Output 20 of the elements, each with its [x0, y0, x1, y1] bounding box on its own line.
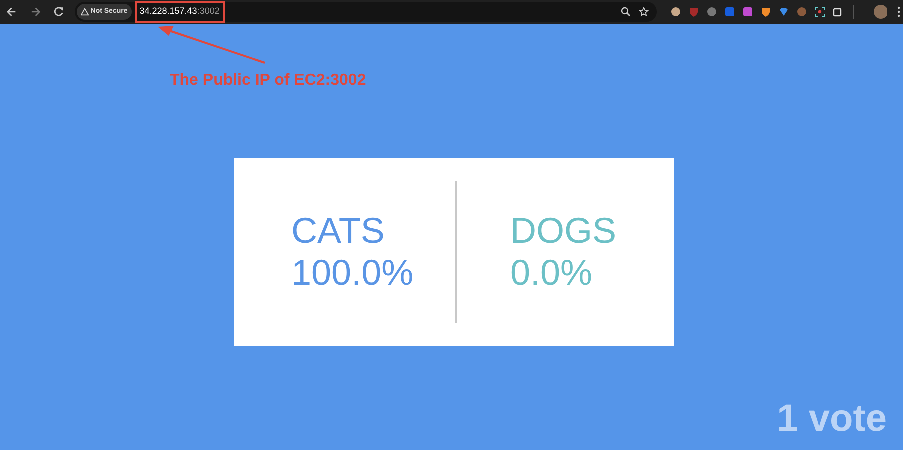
- star-icon[interactable]: [638, 7, 649, 17]
- extension-icon[interactable]: [742, 7, 753, 17]
- menu-icon[interactable]: [897, 6, 902, 18]
- warning-icon: [80, 8, 89, 16]
- back-icon[interactable]: [6, 6, 18, 18]
- url-text[interactable]: 34.228.157.43:3002: [140, 5, 220, 19]
- zoom-icon[interactable]: [620, 7, 631, 17]
- extension-icon[interactable]: [814, 7, 825, 17]
- vote-count: 1 vote: [777, 400, 887, 438]
- extension-icon[interactable]: [706, 7, 717, 17]
- option-label: DOGS: [510, 210, 617, 252]
- forward-icon[interactable]: [30, 6, 42, 18]
- option-label: CATS: [292, 210, 385, 252]
- extension-icon[interactable]: [670, 7, 681, 17]
- percent-value: 0.0%: [510, 252, 593, 294]
- annotation-label: The Public IP of EC2:3002: [170, 71, 366, 91]
- diamond-icon[interactable]: [778, 7, 789, 17]
- percent-value: 100.0%: [292, 252, 414, 294]
- reload-icon[interactable]: [53, 6, 65, 18]
- cookie-icon[interactable]: [796, 7, 807, 17]
